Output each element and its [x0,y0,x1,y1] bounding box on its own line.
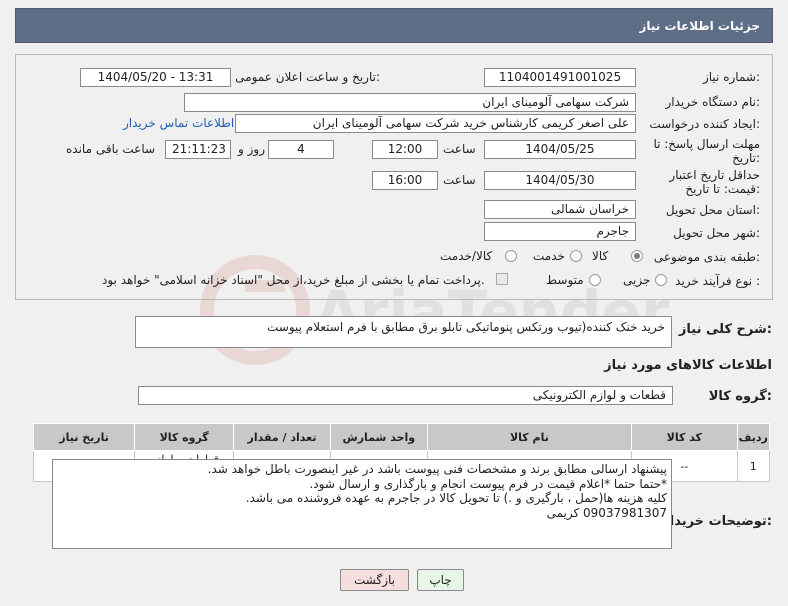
buyer-org-label: نام دستگاه خریدار: [665,95,761,109]
deadline-hour-label: ساعت [443,142,476,156]
category-radio-service[interactable] [570,250,582,262]
need-number-label: شماره نیاز: [702,70,760,84]
col-unit: واحد شمارش [329,423,428,451]
validity-hour-label: ساعت [443,173,476,187]
announce-label: تاریخ و ساعت اعلان عمومی: [235,70,380,84]
creator-field: علی اصغر کریمی کارشناس خرید شرکت سهامی آ… [235,114,636,133]
remaining-label: ساعت باقی مانده [66,142,156,156]
province-field: خراسان شمالی [484,200,636,219]
col-name: نام کالا [426,423,633,451]
category-option-goods-service: کالا/خدمت [440,249,493,263]
buyer-note-line: پیشنهاد ارسالی مطابق برند و مشخصات فنی پ… [207,462,667,476]
page-title: جزئیات اطلاعات نیاز [639,19,760,33]
col-row: ردیف [736,423,770,451]
goods-group-field: قطعات و لوازم الکترونیکی [138,386,673,405]
process-option-medium: متوسط [546,273,584,287]
category-radio-goods-service[interactable] [505,250,517,262]
back-button[interactable]: بازگشت [340,569,409,591]
city-label: شهر محل تحویل: [673,226,760,240]
deadline-label: مهلت ارسال پاسخ: تا تاریخ: [653,137,760,165]
col-qty: تعداد / مقدار [233,423,331,451]
category-label: طبقه بندی موضوعی: [653,250,760,264]
treasury-payment-checkbox[interactable] [496,273,508,285]
remaining-time-field: 21:11:23 [165,140,231,159]
creator-label: ایجاد کننده درخواست: [649,117,760,131]
process-option-minor: جزیی [623,273,651,287]
process-radio-medium[interactable] [589,274,601,286]
category-option-goods: کالا [592,249,609,263]
deadline-date-field: 1404/05/25 [484,140,636,159]
announce-datetime-field: 1404/05/20 - 13:31 [80,68,231,87]
buyer-org-field: شرکت سهامی آلومینای ایران [184,93,636,112]
need-number-field: 1104001491001025 [484,68,636,87]
validity-time-field: 16:00 [372,171,438,190]
summary-textarea[interactable]: خرید خنک کننده(تیوب ورتکس پنوماتیکی تابل… [135,316,672,348]
process-label: نوع فرآیند خرید : [675,274,760,288]
goods-group-label: گروه کالا: [708,389,772,404]
days-field: 4 [268,140,334,159]
deadline-time-field: 12:00 [372,140,438,159]
cell-row: 1 [736,450,770,482]
summary-label: شرح کلی نیاز: [678,322,772,337]
buyer-note-line: 09037981307 کریمی [546,505,667,520]
col-date: تاریخ نیاز [32,423,136,451]
goods-table-header: ردیف کد کالا نام کالا واحد شمارش تعداد /… [32,423,770,451]
category-radio-goods[interactable] [631,250,643,262]
process-radio-minor[interactable] [655,274,667,286]
col-code: کد کالا [631,423,738,451]
validity-date-field: 1404/05/30 [484,171,636,190]
buyer-notes-label: توضیحات خریدار: [662,514,772,529]
print-button[interactable]: چاپ [417,569,464,591]
header-bar: جزئیات اطلاعات نیاز [15,8,773,43]
buyer-contact-link[interactable]: اطلاعات تماس خریدار [123,116,234,130]
category-option-service: خدمت [533,249,565,263]
goods-section-title: اطلاعات کالاهای مورد نیاز [604,358,772,373]
validity-label: حداقل تاریخ اعتبار قیمت: تا تاریخ: [669,168,760,196]
buyer-notes-textarea[interactable]: پیشنهاد ارسالی مطابق برند و مشخصات فنی پ… [52,459,672,549]
province-label: استان محل تحویل: [665,203,760,217]
treasury-payment-note: پرداخت تمام یا بخشی از مبلغ خرید،از محل … [102,273,485,287]
col-group: گروه کالا [134,423,235,451]
buyer-note-line: *حتما حتما *اعلام قیمت در فرم پیوست انجا… [309,476,667,491]
days-label: روز و [238,142,265,156]
city-field: جاجرم [484,222,636,241]
buyer-note-line: کلیه هزینه ها(حمل ، بارگیری و .) تا تحوی… [245,491,667,505]
